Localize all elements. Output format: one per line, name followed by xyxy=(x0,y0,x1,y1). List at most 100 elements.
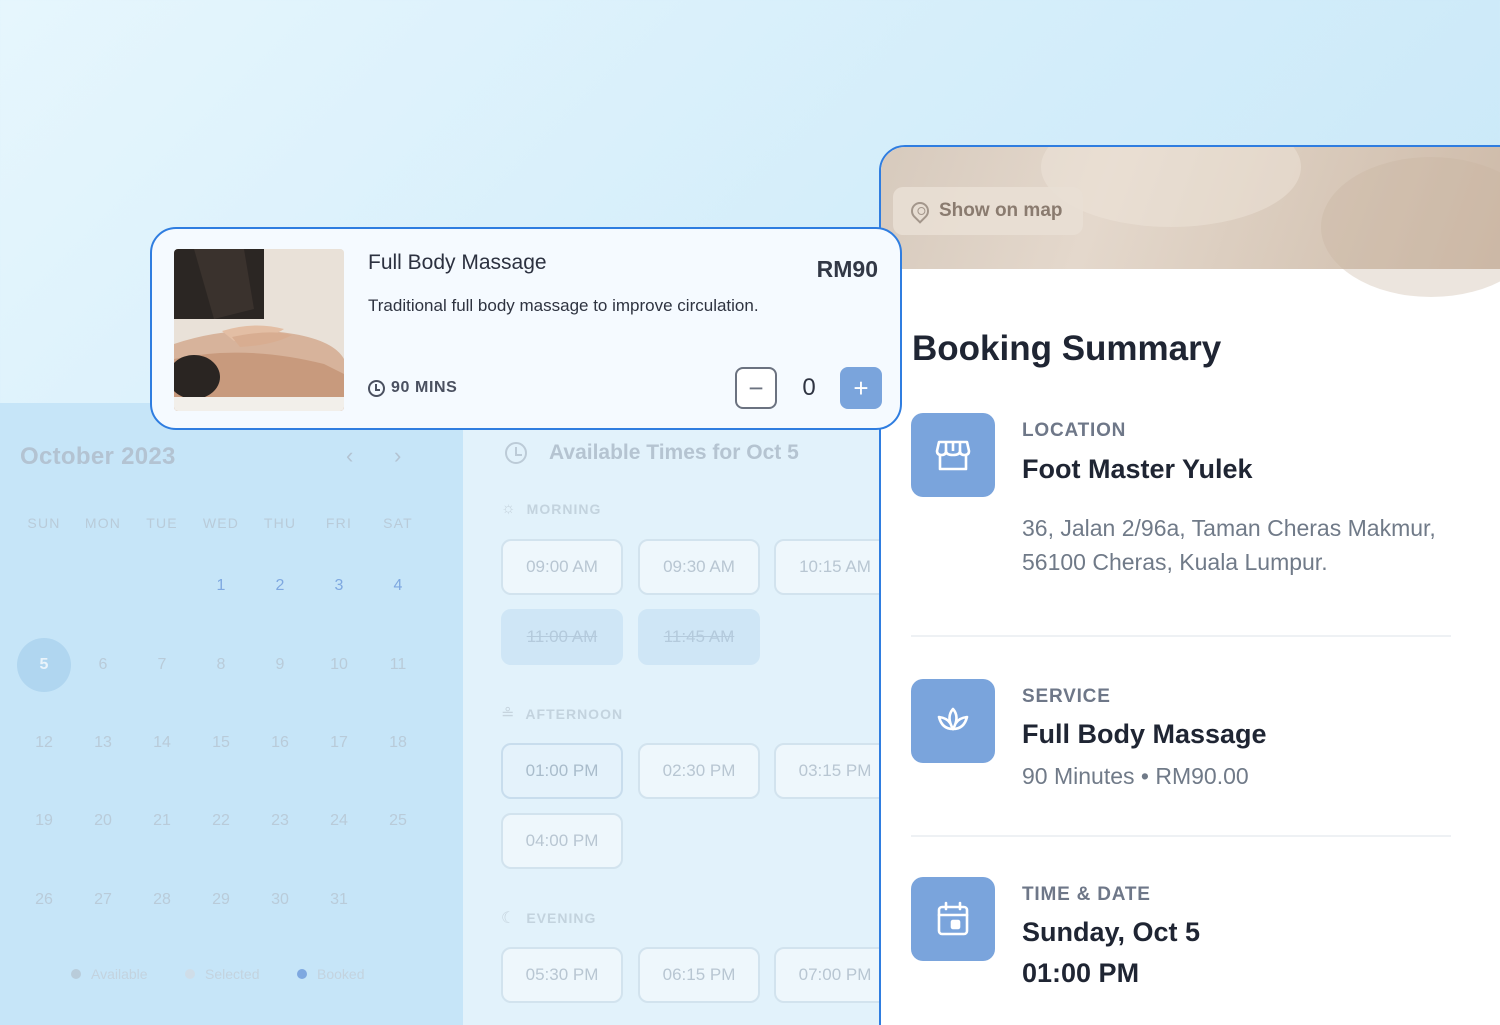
calendar-day[interactable]: 19 xyxy=(16,812,72,830)
calendar-day[interactable]: 22 xyxy=(193,812,249,830)
booking-summary-panel: Show on map Booking Summary LOCATION Foo… xyxy=(879,145,1500,1025)
weekday-fri: FRI xyxy=(325,515,353,531)
service-details: 90 Minutes • RM90.00 xyxy=(1022,763,1249,789)
sunset-icon: ≗ xyxy=(501,706,516,723)
booking-date: Sunday, Oct 5 xyxy=(1022,917,1201,947)
decrease-quantity-button[interactable]: − xyxy=(735,367,777,409)
legend-dot-icon xyxy=(297,969,307,979)
divider xyxy=(911,635,1451,637)
calendar-day-selected[interactable]: 5 xyxy=(17,638,71,692)
calendar-day[interactable]: 9 xyxy=(252,656,308,674)
massage-photo xyxy=(174,249,344,411)
calendar-day[interactable]: 29 xyxy=(193,891,249,909)
service-price: RM90 xyxy=(816,256,878,282)
legend-available: Available xyxy=(71,966,148,982)
calendar-day[interactable]: 2 xyxy=(252,577,308,595)
time-slot-booked: 11:00 AM xyxy=(501,609,623,665)
calendar-day[interactable]: 10 xyxy=(311,656,367,674)
time-slot[interactable]: 06:15 PM xyxy=(638,947,760,1003)
booking-summary-title: Booking Summary xyxy=(912,329,1222,368)
calendar-day[interactable]: 18 xyxy=(370,734,426,752)
calendar-day[interactable]: 15 xyxy=(193,734,249,752)
legend-selected: Selected xyxy=(185,966,259,982)
location-label: LOCATION xyxy=(1022,420,1127,441)
calendar-day[interactable]: 12 xyxy=(16,734,72,752)
increase-quantity-button[interactable]: + xyxy=(840,367,882,409)
calendar-day[interactable]: 30 xyxy=(252,891,308,909)
calendar-day[interactable]: 24 xyxy=(311,812,367,830)
calendar-day[interactable]: 11 xyxy=(370,656,426,674)
morning-label: MORNING xyxy=(526,501,602,517)
calendar-day[interactable]: 23 xyxy=(252,812,308,830)
legend-dot-icon xyxy=(185,969,195,979)
service-name: Full Body Massage xyxy=(1022,719,1267,749)
calendar-day[interactable]: 3 xyxy=(311,577,367,595)
booking-time: 01:00 PM xyxy=(1022,958,1140,988)
legend-dot-icon xyxy=(71,969,81,979)
calendar-day[interactable]: 17 xyxy=(311,734,367,752)
calendar-day[interactable]: 8 xyxy=(193,656,249,674)
moon-icon: ☾ xyxy=(501,910,517,927)
calendar-day[interactable]: 28 xyxy=(134,891,190,909)
service-card[interactable]: Full Body Massage RM90 Traditional full … xyxy=(150,227,902,430)
calendar-day[interactable]: 27 xyxy=(75,891,131,909)
times-header: Available Times for Oct 5 xyxy=(505,441,799,465)
legend-label: Available xyxy=(91,966,148,982)
legend-booked: Booked xyxy=(297,966,364,982)
sun-icon: ☼ xyxy=(501,500,517,517)
calendar-day[interactable]: 21 xyxy=(134,812,190,830)
store-icon xyxy=(911,413,995,497)
time-slot[interactable]: 05:30 PM xyxy=(501,947,623,1003)
calendar-day[interactable]: 26 xyxy=(16,891,72,909)
show-on-map-button[interactable]: Show on map xyxy=(893,187,1083,235)
location-photo: Show on map xyxy=(881,147,1500,297)
service-description: Traditional full body massage to improve… xyxy=(368,296,759,315)
calendar-day[interactable]: 14 xyxy=(134,734,190,752)
weekday-tue: TUE xyxy=(146,515,178,531)
calendar-month-title: October 2023 xyxy=(20,443,176,470)
calendar-day[interactable]: 20 xyxy=(75,812,131,830)
times-title: Available Times for Oct 5 xyxy=(549,441,799,464)
weekday-thu: THU xyxy=(263,515,297,531)
time-slot[interactable]: 09:30 AM xyxy=(638,539,760,595)
show-on-map-label: Show on map xyxy=(939,200,1063,221)
calendar-icon xyxy=(911,877,995,961)
time-slot[interactable]: 07:00 PM xyxy=(774,947,896,1003)
calendar-day[interactable]: 31 xyxy=(311,891,367,909)
evening-label: EVENING xyxy=(526,910,597,926)
prev-month-icon[interactable]: ‹ xyxy=(346,443,353,469)
afternoon-section: ≗ AFTERNOON xyxy=(501,704,623,724)
time-slot[interactable]: 04:00 PM xyxy=(501,813,623,869)
location-address-line1: 36, Jalan 2/96a, Taman Cheras Makmur, xyxy=(1022,515,1436,541)
service-duration: 90 MINS xyxy=(368,379,457,397)
calendar-day[interactable]: 4 xyxy=(370,577,426,595)
calendar-day[interactable]: 1 xyxy=(193,577,249,595)
service-name: Full Body Massage xyxy=(368,251,547,274)
calendar-day[interactable]: 13 xyxy=(75,734,131,752)
calendar-day[interactable]: 7 xyxy=(134,656,190,674)
times-panel: Available Times for Oct 5 ☼ MORNING 09:0… xyxy=(463,403,896,1025)
time-slot[interactable]: 09:00 AM xyxy=(501,539,623,595)
next-month-icon[interactable]: › xyxy=(394,443,401,469)
time-slot[interactable]: 10:15 AM xyxy=(774,539,896,595)
weekday-mon: MON xyxy=(84,515,122,531)
service-label: SERVICE xyxy=(1022,686,1111,707)
weekday-sun: SUN xyxy=(27,515,61,531)
service-duration-label: 90 MINS xyxy=(391,379,458,396)
morning-section: ☼ MORNING xyxy=(501,500,601,518)
clock-icon xyxy=(505,442,527,464)
divider xyxy=(911,835,1451,837)
weekday-sat: SAT xyxy=(383,515,413,531)
time-slot[interactable]: 02:30 PM xyxy=(638,743,760,799)
legend-label: Selected xyxy=(205,966,260,982)
lotus-icon xyxy=(911,679,995,763)
map-pin-icon xyxy=(907,198,933,224)
quantity-value: 0 xyxy=(802,374,816,401)
datetime-label: TIME & DATE xyxy=(1022,884,1151,905)
calendar-day[interactable]: 6 xyxy=(75,656,131,674)
calendar-day[interactable]: 25 xyxy=(370,812,426,830)
time-slot-selected[interactable]: 01:00 PM xyxy=(501,743,623,799)
time-slot[interactable]: 03:15 PM xyxy=(774,743,896,799)
calendar-day[interactable]: 16 xyxy=(252,734,308,752)
location-address-line2: 56100 Cheras, Kuala Lumpur. xyxy=(1022,549,1328,575)
